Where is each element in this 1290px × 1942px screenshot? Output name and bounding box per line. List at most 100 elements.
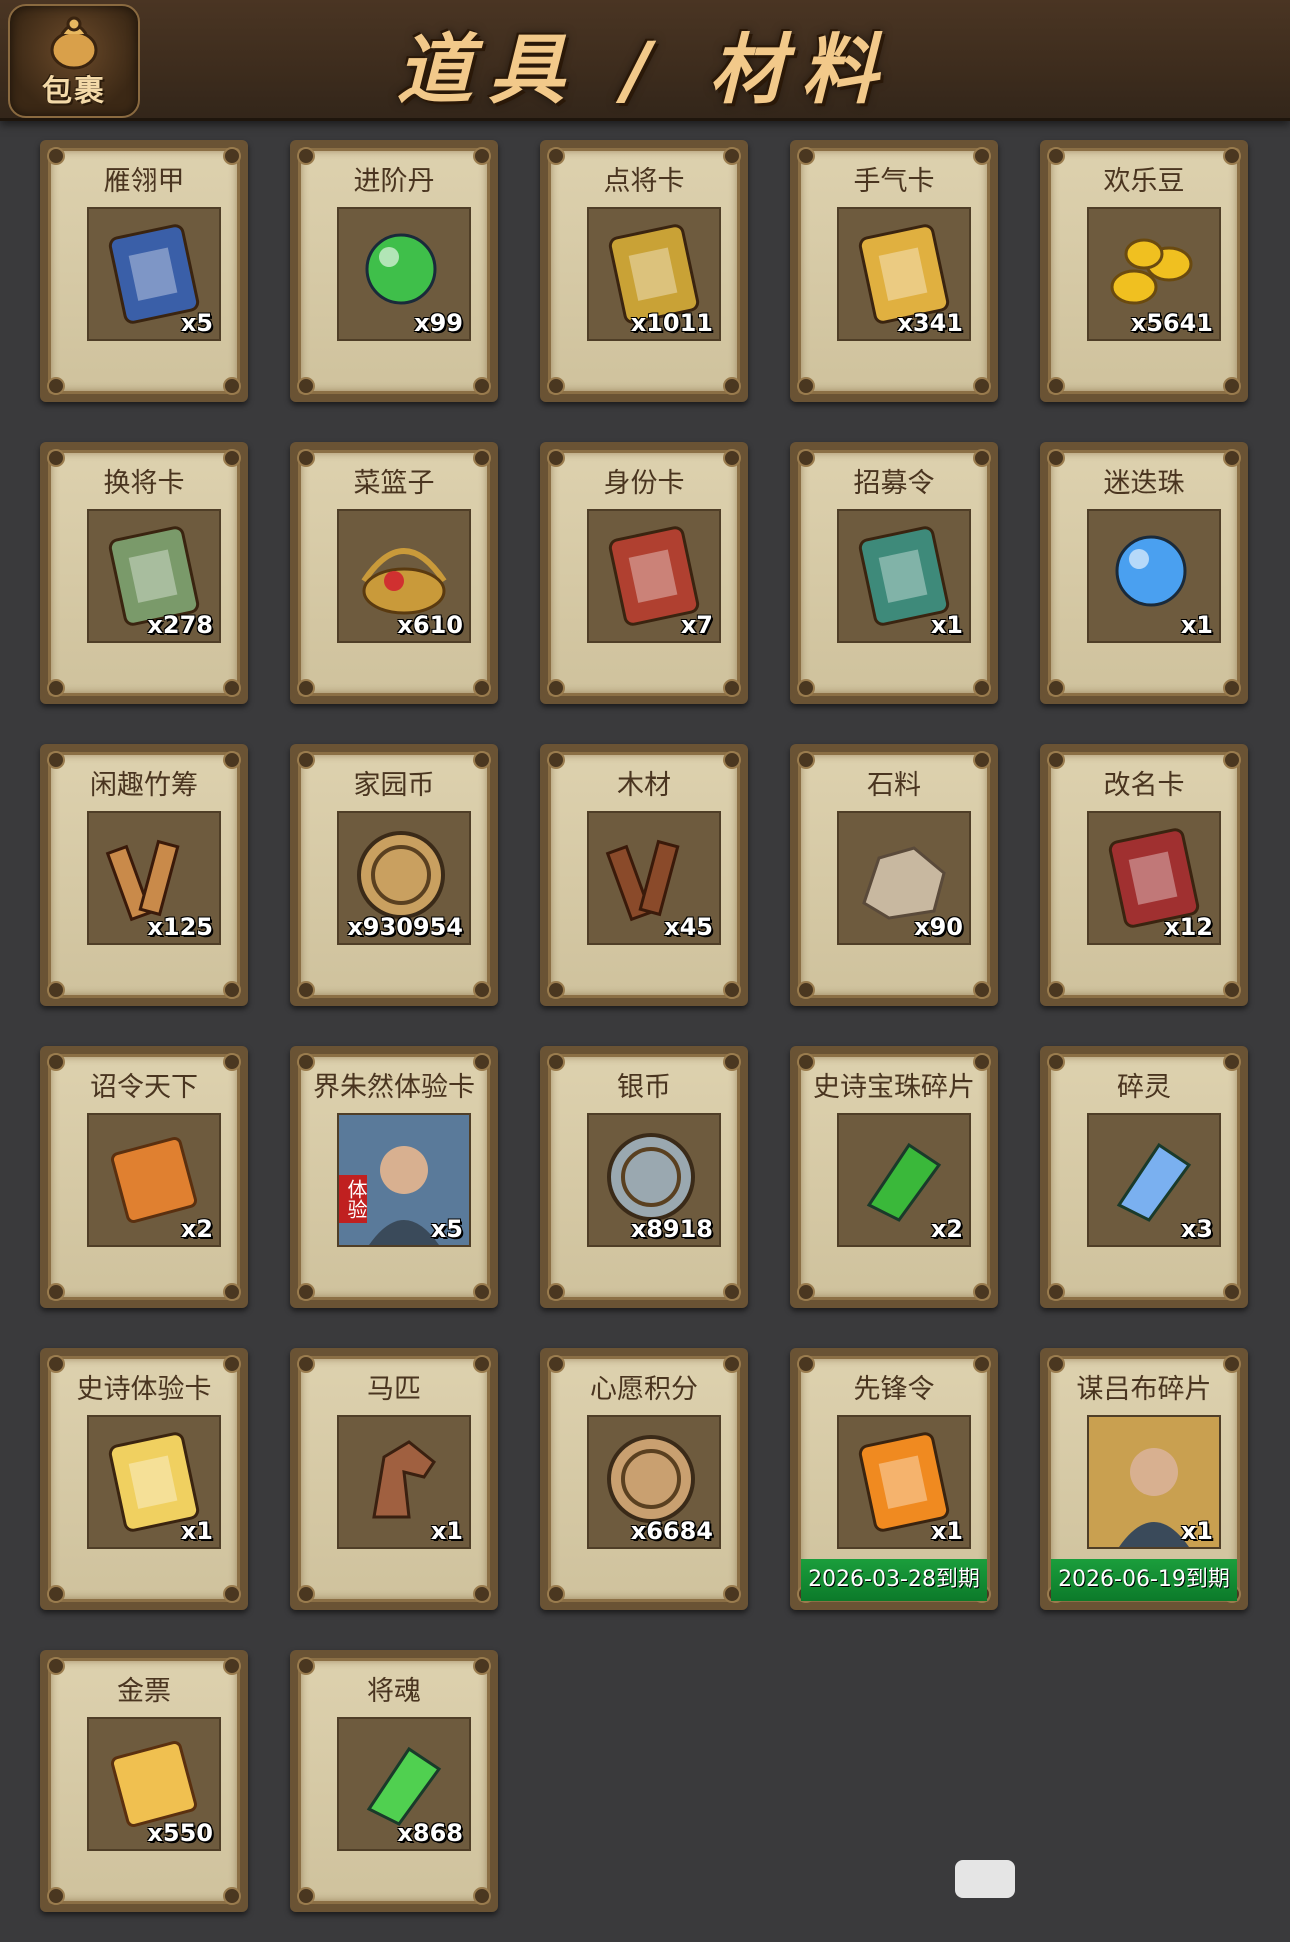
crystal-icon: x3 xyxy=(1087,1113,1221,1247)
soul-crystal-icon: x868 xyxy=(337,1717,471,1851)
item-name: 界朱然体验卡 xyxy=(313,1072,475,1103)
card-corner-ornament xyxy=(223,377,241,395)
card-corner-ornament xyxy=(797,981,815,999)
item-card[interactable]: 史诗宝珠碎片 x2 xyxy=(790,1046,998,1308)
item-card[interactable]: 心愿积分 x6684 xyxy=(540,1348,748,1610)
watermark-logo xyxy=(955,1860,1015,1898)
item-card[interactable]: 界朱然体验卡 体验 x5 xyxy=(290,1046,498,1308)
card-corner-ornament xyxy=(973,981,991,999)
item-card[interactable]: 木材 x45 xyxy=(540,744,748,1006)
item-count: x5641 xyxy=(1130,309,1213,337)
item-card[interactable]: 碎灵 x3 xyxy=(1040,1046,1248,1308)
stone-icon: x90 xyxy=(837,811,971,945)
item-card[interactable]: 谋吕布碎片 x1 2026-06-19到期 xyxy=(1040,1348,1248,1610)
card-corner-ornament xyxy=(473,377,491,395)
card-corner-ornament xyxy=(297,1887,315,1905)
item-card[interactable]: 银币 x8918 xyxy=(540,1046,748,1308)
card-corner-ornament xyxy=(47,981,65,999)
item-name: 心愿积分 xyxy=(590,1374,698,1405)
expiry-banner: 2026-03-28到期 xyxy=(801,1559,987,1601)
item-name: 点将卡 xyxy=(603,166,685,197)
item-name: 欢乐豆 xyxy=(1103,166,1185,197)
item-name: 碎灵 xyxy=(1117,1072,1171,1103)
card-corner-ornament xyxy=(297,1283,315,1301)
card-corner-ornament xyxy=(547,1585,565,1603)
item-card[interactable]: 换将卡 x278 xyxy=(40,442,248,704)
item-name: 菜篮子 xyxy=(353,468,435,499)
card-corner-ornament xyxy=(223,1887,241,1905)
item-card-frame: 史诗宝珠碎片 x2 xyxy=(797,1053,991,1301)
item-card[interactable]: 诏令天下 x2 xyxy=(40,1046,248,1308)
page-title: 道具 / 材料 xyxy=(0,8,1290,118)
item-count: x1011 xyxy=(630,309,713,337)
opera-mask-icon: x7 xyxy=(587,509,721,643)
item-card[interactable]: 先锋令 x1 2026-03-28到期 xyxy=(790,1348,998,1610)
item-count: x1 xyxy=(1180,1517,1213,1545)
item-name: 诏令天下 xyxy=(90,1072,198,1103)
item-name: 招募令 xyxy=(853,468,935,499)
item-card[interactable]: 手气卡 x341 xyxy=(790,140,998,402)
vanguard-token-icon: x1 xyxy=(837,1415,971,1549)
top-bar: 包裹 道具 / 材料 xyxy=(0,0,1290,121)
item-card-frame: 金票 x550 xyxy=(47,1657,241,1905)
item-card[interactable]: 金票 x550 xyxy=(40,1650,248,1912)
puzzle-portrait-icon: x1 xyxy=(1087,1415,1221,1549)
card-corner-ornament xyxy=(223,679,241,697)
item-card[interactable]: 石料 x90 xyxy=(790,744,998,1006)
card-corner-ornament xyxy=(1047,377,1065,395)
item-card-frame: 诏令天下 x2 xyxy=(47,1053,241,1301)
item-name: 史诗宝珠碎片 xyxy=(813,1072,975,1103)
item-card[interactable]: 菜篮子 x610 xyxy=(290,442,498,704)
card-corner-ornament xyxy=(1047,981,1065,999)
item-count: x90 xyxy=(914,913,963,941)
edict-scroll-icon: x2 xyxy=(87,1113,221,1247)
item-count: x610 xyxy=(397,611,463,639)
item-count: x6684 xyxy=(630,1517,713,1545)
blue-orb-icon: x1 xyxy=(1087,509,1221,643)
item-count: x8918 xyxy=(630,1215,713,1243)
swap-card-icon: x278 xyxy=(87,509,221,643)
card-corner-ornament xyxy=(547,377,565,395)
item-card[interactable]: 招募令 x1 xyxy=(790,442,998,704)
item-card[interactable]: 欢乐豆 x5641 xyxy=(1040,140,1248,402)
item-card[interactable]: 将魂 x868 xyxy=(290,1650,498,1912)
item-card[interactable]: 家园币 x930954 xyxy=(290,744,498,1006)
item-count: x125 xyxy=(147,913,213,941)
card-corner-ornament xyxy=(473,981,491,999)
item-card[interactable]: 闲趣竹筹 x125 xyxy=(40,744,248,1006)
item-card[interactable]: 点将卡 x1011 xyxy=(540,140,748,402)
luck-card-icon: x341 xyxy=(837,207,971,341)
card-corner-ornament xyxy=(547,679,565,697)
item-name: 改名卡 xyxy=(1103,770,1185,801)
item-count: x278 xyxy=(147,611,213,639)
item-card-frame: 家园币 x930954 xyxy=(297,751,491,999)
item-card[interactable]: 进阶丹 x99 xyxy=(290,140,498,402)
item-name: 史诗体验卡 xyxy=(76,1374,212,1405)
card-corner-ornament xyxy=(723,1585,741,1603)
item-name: 马匹 xyxy=(367,1374,421,1405)
item-name: 石料 xyxy=(867,770,921,801)
item-card[interactable]: 史诗体验卡 x1 xyxy=(40,1348,248,1610)
wood-icon: x45 xyxy=(587,811,721,945)
card-corner-ornament xyxy=(1047,679,1065,697)
card-corner-ornament xyxy=(223,1283,241,1301)
item-name: 手气卡 xyxy=(853,166,935,197)
item-card-frame: 迷迭珠 x1 xyxy=(1047,449,1241,697)
item-count: x1 xyxy=(930,1517,963,1545)
item-card-frame: 换将卡 x278 xyxy=(47,449,241,697)
item-card[interactable]: 身份卡 x7 xyxy=(540,442,748,704)
card-corner-ornament xyxy=(1223,377,1241,395)
card-corner-ornament xyxy=(723,1283,741,1301)
item-card[interactable]: 改名卡 x12 xyxy=(1040,744,1248,1006)
item-card[interactable]: 雁翎甲 x5 xyxy=(40,140,248,402)
item-card[interactable]: 马匹 x1 xyxy=(290,1348,498,1610)
trial-badge: 体验 xyxy=(339,1175,368,1223)
card-corner-ornament xyxy=(973,1283,991,1301)
item-count: x1 xyxy=(1180,611,1213,639)
item-name: 家园币 xyxy=(353,770,435,801)
card-corner-ornament xyxy=(1223,679,1241,697)
item-count: x45 xyxy=(664,913,713,941)
card-corner-ornament xyxy=(723,981,741,999)
heart-coin-icon: x6684 xyxy=(587,1415,721,1549)
item-card[interactable]: 迷迭珠 x1 xyxy=(1040,442,1248,704)
